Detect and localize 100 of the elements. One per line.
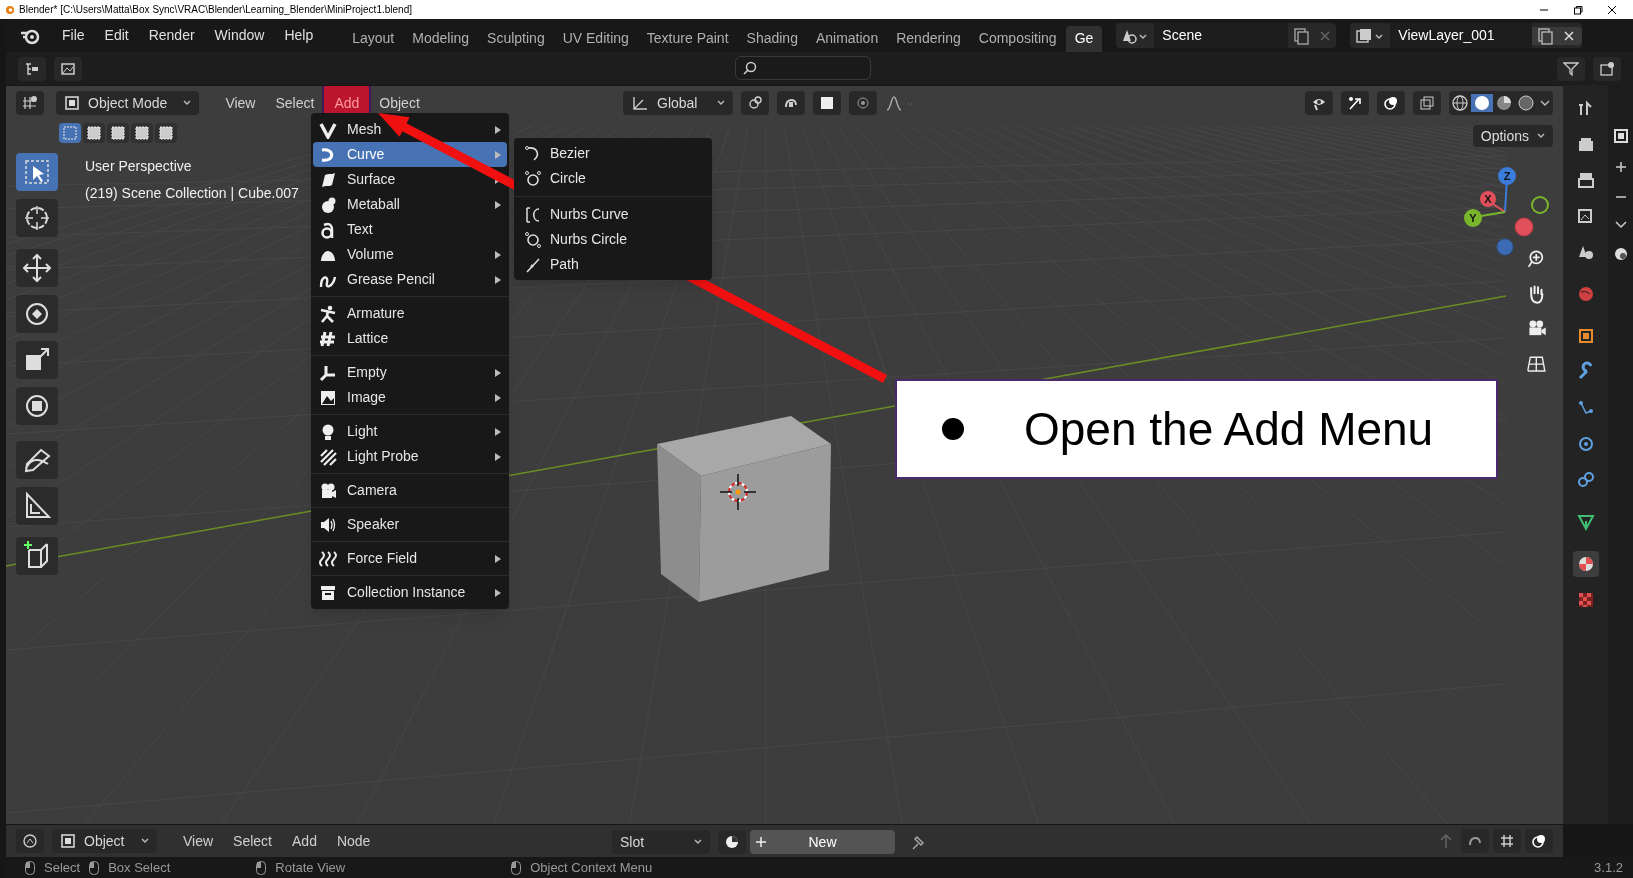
menu-item[interactable]: Light xyxy=(313,419,507,444)
menu-item[interactable]: Grease Pencil xyxy=(313,267,507,292)
measure-tool-button[interactable] xyxy=(16,487,58,525)
menu-item[interactable]: View xyxy=(215,86,266,122)
menu-item[interactable]: Camera xyxy=(313,478,507,503)
select-box-tool-button[interactable] xyxy=(16,153,58,191)
menu-item[interactable]: Metaball xyxy=(313,192,507,217)
annotate-tool-button[interactable] xyxy=(16,441,58,479)
workspace-tab[interactable]: Compositing xyxy=(969,25,1066,52)
menu-item[interactable]: Path xyxy=(514,252,712,277)
display-mode-icon xyxy=(60,60,76,77)
menu-item[interactable]: Text xyxy=(313,217,507,242)
editor-type-button[interactable] xyxy=(18,56,46,81)
version-label: 3.1.2 xyxy=(1594,858,1623,877)
restore-icon[interactable] xyxy=(1573,4,1583,15)
display-mode-button[interactable] xyxy=(54,56,82,81)
add-cube-tool-button[interactable] xyxy=(16,537,58,575)
snap-target-button[interactable] xyxy=(813,91,841,115)
gizmo-button[interactable] xyxy=(1341,91,1369,115)
close-icon[interactable] xyxy=(1558,26,1583,45)
slot-dropdown[interactable]: Slot xyxy=(612,830,710,854)
close-icon[interactable] xyxy=(1607,4,1617,15)
menu-item[interactable]: Empty xyxy=(313,360,507,385)
mode-dropdown[interactable]: Object xyxy=(52,829,157,853)
options-button[interactable]: Options xyxy=(1472,125,1553,147)
menu-item[interactable]: Circle xyxy=(514,166,712,191)
wireframe-sphere-icon[interactable] xyxy=(1449,94,1471,112)
copy-icon[interactable] xyxy=(1532,26,1559,45)
overlay-button[interactable] xyxy=(1377,91,1405,115)
menu-item[interactable]: Help xyxy=(274,25,324,46)
blender-logo-icon xyxy=(4,4,15,15)
menu-item[interactable]: Add xyxy=(282,830,327,852)
view-layer-selector[interactable]: ViewLayer_001 xyxy=(1350,23,1583,48)
visibility-button[interactable] xyxy=(1305,91,1333,115)
caret-icon[interactable] xyxy=(1614,221,1627,229)
workspace-tab[interactable]: Modeling xyxy=(403,25,479,52)
figure-icon xyxy=(319,304,337,323)
cursor-tool-button[interactable] xyxy=(16,199,58,237)
workspace-tab[interactable]: Ge xyxy=(1065,25,1103,52)
workspace-tab[interactable]: Rendering xyxy=(887,25,970,52)
snap-button[interactable] xyxy=(1461,829,1489,853)
menu-item[interactable]: Nurbs Circle xyxy=(514,227,712,252)
material-icon[interactable] xyxy=(1572,551,1599,577)
caret-icon xyxy=(183,100,192,106)
selection-mode-button[interactable] xyxy=(107,123,129,143)
shading-switcher[interactable] xyxy=(1449,91,1553,115)
menu-item[interactable]: View xyxy=(173,830,224,852)
status-hint: Object Context Menu xyxy=(530,858,653,877)
maximize-icon[interactable] xyxy=(1613,129,1628,143)
editor-type-button[interactable] xyxy=(16,91,44,115)
material-browse-button[interactable] xyxy=(718,830,746,854)
menu-item[interactable]: Speaker xyxy=(313,512,507,537)
menu-item[interactable]: Select xyxy=(223,830,282,852)
workspace-tab[interactable]: Shading xyxy=(737,25,807,52)
workspace-tab[interactable]: UV Editing xyxy=(553,25,638,52)
new-button[interactable]: New xyxy=(750,830,895,854)
menu-item[interactable]: Curve xyxy=(313,142,507,167)
selection-mode-button[interactable] xyxy=(155,123,177,143)
rendered-sphere-icon[interactable] xyxy=(1515,94,1537,112)
workspace-tab[interactable]: Texture Paint xyxy=(637,25,738,52)
editor-type-button[interactable] xyxy=(16,829,44,853)
search-field[interactable] xyxy=(735,56,871,80)
menu-item[interactable]: Light Probe xyxy=(313,444,507,469)
pivot-button[interactable] xyxy=(741,91,769,115)
selection-mode-button[interactable] xyxy=(83,123,105,143)
orientation-dropdown[interactable]: Global xyxy=(623,91,733,115)
menu-item[interactable]: File xyxy=(52,25,95,46)
new-collection-button[interactable] xyxy=(1593,56,1621,81)
transform-tool-button[interactable] xyxy=(16,387,58,425)
menu-item[interactable]: Edit xyxy=(94,25,139,46)
menu-item[interactable]: Image xyxy=(313,385,507,410)
selection-mode-button[interactable] xyxy=(131,123,153,143)
overlay-button[interactable] xyxy=(1525,829,1553,853)
menu-item[interactable]: Nurbs Curve xyxy=(514,202,712,227)
workspace-tab[interactable]: Sculpting xyxy=(478,25,554,52)
menu-item[interactable]: Render xyxy=(138,25,205,46)
menu-item[interactable]: Window xyxy=(204,25,275,46)
menu-item[interactable]: Node xyxy=(326,830,381,852)
proportional-edit-button[interactable] xyxy=(849,91,877,115)
3d-cursor-icon xyxy=(718,472,758,512)
scene-selector[interactable]: Scene xyxy=(1116,23,1337,48)
filter-button[interactable] xyxy=(1557,56,1585,81)
rotate-tool-button[interactable] xyxy=(16,295,58,333)
workspace-tab[interactable]: Animation xyxy=(806,25,888,52)
workspace-tab[interactable]: Layout xyxy=(343,25,404,52)
menu-item[interactable]: Bezier xyxy=(514,141,712,166)
move-tool-button[interactable] xyxy=(16,249,58,287)
scale-tool-button[interactable] xyxy=(16,341,58,379)
plus-icon[interactable] xyxy=(1614,161,1627,173)
menu-item[interactable]: Lattice xyxy=(313,326,507,351)
xray-button[interactable] xyxy=(1413,91,1441,115)
mode-dropdown[interactable]: Object Mode xyxy=(56,91,200,115)
menu-item[interactable]: Force Field xyxy=(313,546,507,571)
menu-item[interactable]: Volume xyxy=(313,242,507,267)
snap-button[interactable] xyxy=(777,91,805,115)
menu-item[interactable]: Collection Instance xyxy=(313,580,507,605)
sphere-icon[interactable] xyxy=(1613,247,1628,261)
menu-item[interactable]: Armature xyxy=(313,301,507,326)
metaball-icon xyxy=(319,195,337,214)
snap-grid-button[interactable] xyxy=(1493,829,1521,853)
